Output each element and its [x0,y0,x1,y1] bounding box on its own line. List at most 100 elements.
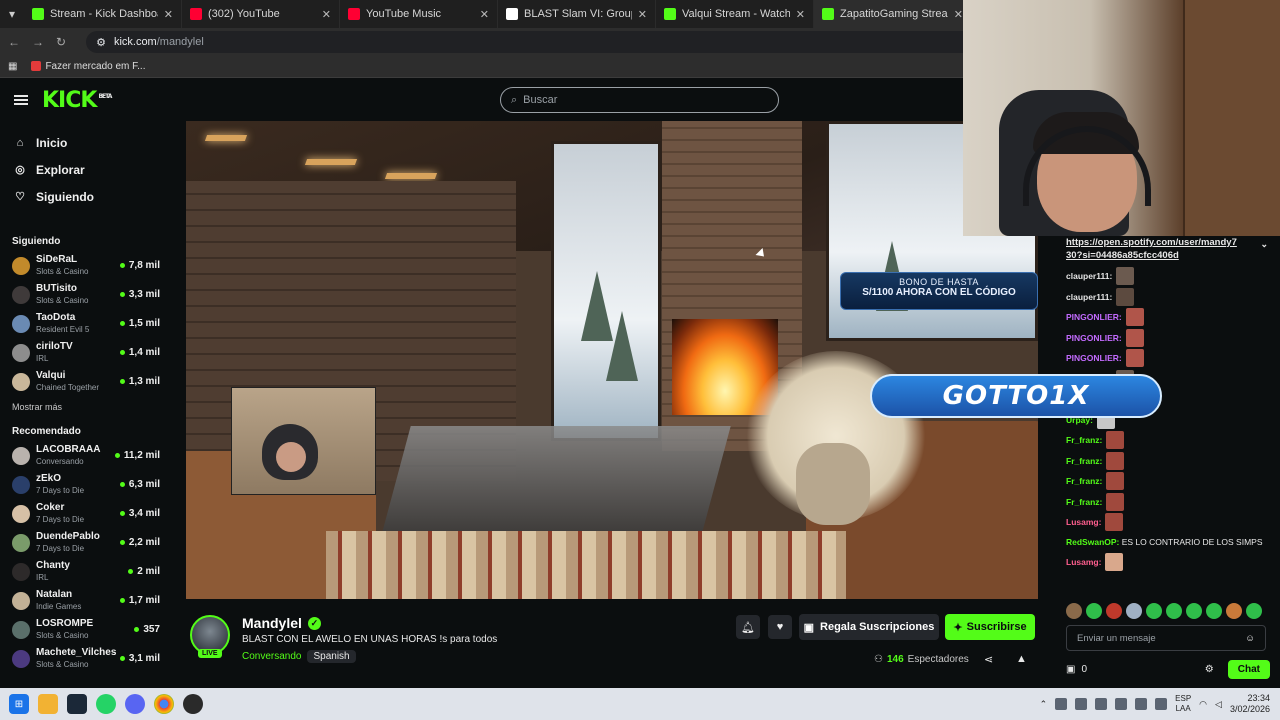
send-chat-button[interactable]: Chat [1227,659,1270,679]
sidebar-channel[interactable]: Chanty IRL 2 mil [0,557,172,586]
chevron-down-icon[interactable]: ⌄ [1260,238,1268,251]
chrome-icon[interactable] [154,694,174,714]
sidebar-channel[interactable]: DuendePablo 7 Days to Die 2,2 mil [0,528,172,557]
stream-title: BLAST CON EL AWELO EN UNAS HORAS !s para… [242,634,498,645]
windows-start-icon[interactable]: ⊞ [9,694,29,714]
browser-tab[interactable]: BLAST Slam VI: Group Stage - L ✕ [498,0,656,28]
close-tab-icon[interactable]: ✕ [480,8,489,21]
apps-grid-icon[interactable]: ▦ [8,61,17,72]
volume-icon[interactable]: ◁ [1215,699,1222,710]
menu-icon[interactable] [14,95,28,105]
close-tab-icon[interactable]: ✕ [164,8,173,21]
share-icon[interactable]: ⋖ [984,653,993,666]
chat-username[interactable]: Lusamg: [1066,517,1101,527]
bluetooth-icon[interactable] [1135,698,1148,710]
emote-icon[interactable] [1166,603,1182,619]
sidebar-nav-explorar[interactable]: ◎ Explorar [0,156,172,183]
tray-app-icon[interactable] [1095,698,1108,710]
emote-icon[interactable] [1066,603,1082,619]
emote-icon[interactable] [1106,603,1122,619]
clock[interactable]: 23:34 3/02/2026 [1230,693,1270,715]
gift-subs-button[interactable]: ▣ Regala Suscripciones [799,614,939,640]
file-explorer-icon[interactable] [38,694,58,714]
sidebar-channel[interactable]: TaoDota Resident Evil 5 1,5 mil [0,309,172,338]
sidebar-channel[interactable]: ciriloTV IRL 1,4 mil [0,338,172,367]
notification-bell-button[interactable]: 🔔︎ [736,615,760,639]
emote-icon[interactable] [1186,603,1202,619]
tray-app-icon[interactable] [1115,698,1128,710]
close-tab-icon[interactable]: ✕ [322,8,331,21]
obs-icon[interactable] [183,694,203,714]
close-tab-icon[interactable]: ✕ [954,8,963,21]
pinned-message[interactable]: https://open.spotify.com/user/mandy7 30?… [1058,236,1280,262]
sidebar-channel[interactable]: LACOBRAAA Conversando 11,2 mil [0,441,172,470]
browser-tab[interactable]: ZapatitoGaming Stream - Watc ✕ [814,0,972,28]
bookmark-item[interactable]: Fazer mercado em F... [31,61,145,72]
chat-username[interactable]: PINGONLIER: [1066,353,1122,363]
language-tag[interactable]: Spanish [307,650,356,663]
sidebar-channel[interactable]: BUTisito Slots & Casino 3,3 mil [0,280,172,309]
browser-tab[interactable]: YouTube Music ✕ [340,0,498,28]
chat-username[interactable]: Fr_franz: [1066,435,1102,445]
microphone-icon[interactable] [1155,698,1168,710]
stream-category[interactable]: Conversando [242,651,301,662]
sidebar-channel[interactable]: Machete_Vilches Slots & Casino 3,1 mil [0,644,172,673]
chat-username[interactable]: PINGONLIER: [1066,333,1122,343]
sidebar-channel[interactable]: Natalan Indie Games 1,7 mil [0,586,172,615]
streamer-name[interactable]: Mandylel ✓ [242,615,321,631]
wifi-icon[interactable]: ◠ [1199,699,1207,710]
tray-app-icon[interactable] [1055,698,1068,710]
emote-icon[interactable] [1206,603,1222,619]
forward-icon[interactable]: → [32,35,44,49]
site-info-icon[interactable]: ⚙ [96,36,106,49]
back-icon[interactable]: ← [8,35,20,49]
channel-viewers: 7,8 mil [120,260,160,271]
language-indicator[interactable]: ESP LAA [1175,694,1191,714]
chat-username[interactable]: clauper111: [1066,292,1112,302]
sidebar-nav-siguiendo[interactable]: ♡ Siguiendo [0,183,172,210]
chat-username[interactable]: Fr_franz: [1066,456,1102,466]
chat-username[interactable]: Fr_franz: [1066,497,1102,507]
video-player[interactable]: BONO DE HASTA S/1100 AHORA CON EL CÓDIGO [186,121,1038,599]
emote-icon[interactable] [1226,603,1242,619]
follow-button[interactable]: ♥ [768,615,792,639]
close-tab-icon[interactable]: ✕ [796,8,805,21]
sidebar-channel[interactable]: zEkO 7 Days to Die 6,3 mil [0,470,172,499]
search-input[interactable]: ⌕ Buscar [500,87,779,113]
emoji-icon[interactable]: ☺ [1245,633,1255,644]
report-icon[interactable]: ▲ [1016,653,1027,665]
gear-icon[interactable]: ⚙ [1205,664,1214,675]
tray-app-icon[interactable] [1075,698,1088,710]
sidebar-channel[interactable]: LOSROMPE Slots & Casino 357 [0,615,172,644]
close-tab-icon[interactable]: ✕ [638,8,647,21]
sidebar-nav-inicio[interactable]: ⌂ Inicio [0,129,172,156]
chat-username[interactable]: clauper111: [1066,271,1112,281]
chat-username[interactable]: Lusamg: [1066,557,1101,567]
browser-tab[interactable]: Stream - Kick Dashboard ✕ [24,0,182,28]
sidebar-channel[interactable]: Coker 7 Days to Die 3,4 mil [0,499,172,528]
chat-message: Fr_franz: [1058,492,1280,513]
points-icon[interactable]: ▣ [1066,664,1075,675]
tab-search-icon[interactable]: ▾ [0,0,24,28]
vase [796,443,870,525]
chat-input[interactable]: Enviar un mensaje ☺ [1066,625,1266,651]
whatsapp-icon[interactable] [96,694,116,714]
steam-icon[interactable] [67,694,87,714]
reload-icon[interactable]: ↻ [56,35,66,49]
sidebar-channel[interactable]: Valqui Chained Together 1,3 mil [0,367,172,396]
emote-icon[interactable] [1126,603,1142,619]
emote-icon[interactable] [1146,603,1162,619]
chat-username[interactable]: RedSwanOP: [1066,537,1119,547]
sidebar-channel[interactable]: SiDeRaL Slots & Casino 7,8 mil [0,251,172,280]
chat-username[interactable]: Fr_franz: [1066,476,1102,486]
subscribe-button[interactable]: ✦ Suscribirse [945,614,1035,640]
kick-logo[interactable]: KICK BETA [42,88,112,113]
browser-tab[interactable]: (302) YouTube ✕ [182,0,340,28]
emote-icon[interactable] [1086,603,1102,619]
browser-tab[interactable]: Valqui Stream - Watch Live on ✕ [656,0,814,28]
tray-expand-icon[interactable]: ⌃ [1040,699,1048,710]
emote-icon[interactable] [1246,603,1262,619]
discord-icon[interactable] [125,694,145,714]
show-more-link[interactable]: Mostrar más [0,402,172,412]
chat-username[interactable]: PINGONLIER: [1066,312,1122,322]
